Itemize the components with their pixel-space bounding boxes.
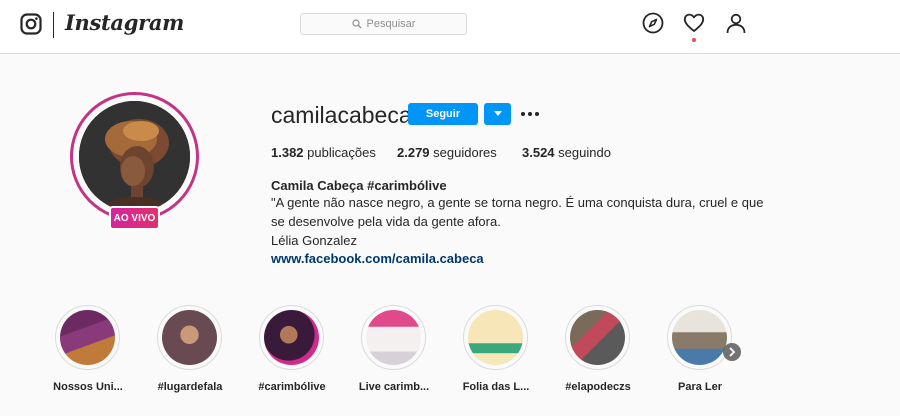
highlight-cover-ring bbox=[667, 305, 732, 370]
logo-divider bbox=[53, 12, 54, 38]
following-count[interactable]: 3.524 seguindo bbox=[522, 145, 611, 160]
suggestions-dropdown-button[interactable] bbox=[484, 103, 511, 125]
highlight-cover bbox=[570, 310, 625, 365]
dot bbox=[528, 112, 532, 116]
followers-count[interactable]: 2.279 seguidores bbox=[397, 145, 497, 160]
avatar-portrait-image bbox=[79, 101, 190, 212]
highlight-label: Live carimb... bbox=[358, 381, 430, 393]
highlight-cover-ring bbox=[259, 305, 324, 370]
heart-icon[interactable] bbox=[683, 12, 705, 34]
search-box[interactable]: Pesquisar bbox=[300, 13, 467, 35]
followers-count-label: seguidores bbox=[433, 145, 497, 160]
posts-count-label: publicações bbox=[307, 145, 376, 160]
highlight-cover-ring bbox=[565, 305, 630, 370]
highlight-cover bbox=[366, 310, 421, 365]
compass-icon[interactable] bbox=[642, 12, 664, 34]
bio-line: "A gente não nasce negro, a gente se tor… bbox=[271, 195, 764, 210]
posts-count: 1.382 publicações bbox=[271, 145, 376, 160]
highlight-label: #elapodeczs bbox=[565, 381, 631, 393]
highlight-cover bbox=[264, 310, 319, 365]
follow-button[interactable]: Seguir bbox=[408, 103, 478, 125]
caret-down-icon bbox=[493, 111, 502, 116]
dot bbox=[535, 112, 539, 116]
bio-external-link[interactable]: www.facebook.com/camila.cabeca bbox=[271, 251, 484, 266]
profile-avatar bbox=[79, 101, 190, 212]
highlight-label: #lugardefala bbox=[157, 381, 223, 393]
profile-icon[interactable] bbox=[725, 12, 747, 34]
posts-count-value: 1.382 bbox=[271, 145, 304, 160]
highlights-next-button[interactable] bbox=[723, 343, 741, 361]
chevron-right-icon bbox=[729, 347, 736, 357]
top-navigation-bar: Instagram Pesquisar bbox=[0, 0, 900, 54]
highlight-cover-ring bbox=[463, 305, 528, 370]
search-icon bbox=[351, 19, 361, 29]
highlight-label: Para Ler bbox=[677, 381, 723, 393]
highlight-label: #carimbólive bbox=[258, 381, 326, 393]
bio-line: se desenvolve pela vida da gente afora. bbox=[271, 214, 501, 229]
profile-full-name: Camila Cabeça #carimbólive bbox=[271, 178, 447, 193]
notification-dot bbox=[692, 38, 696, 42]
highlight-cover bbox=[672, 310, 727, 365]
live-badge[interactable]: AO VIVO bbox=[109, 206, 160, 230]
highlight-cover bbox=[60, 310, 115, 365]
more-options-button[interactable] bbox=[519, 104, 541, 124]
instagram-wordmark[interactable]: Instagram bbox=[65, 10, 184, 35]
profile-avatar-ring[interactable] bbox=[70, 92, 199, 221]
following-count-label: seguindo bbox=[558, 145, 611, 160]
followers-count-value: 2.279 bbox=[397, 145, 430, 160]
highlight-cover-ring bbox=[157, 305, 222, 370]
highlight-cover bbox=[468, 310, 523, 365]
instagram-logo-icon[interactable] bbox=[20, 13, 42, 35]
search-placeholder: Pesquisar bbox=[366, 18, 416, 30]
highlight-cover bbox=[162, 310, 217, 365]
following-count-value: 3.524 bbox=[522, 145, 555, 160]
highlight-cover-ring bbox=[361, 305, 426, 370]
highlight-label: Nossos Uni... bbox=[53, 381, 123, 393]
bio-line: Lélia Gonzalez bbox=[271, 233, 357, 248]
dot bbox=[521, 112, 525, 116]
profile-username: camilacabeca bbox=[271, 102, 412, 128]
highlight-label: Folia das L... bbox=[462, 381, 530, 393]
highlight-cover-ring bbox=[55, 305, 120, 370]
